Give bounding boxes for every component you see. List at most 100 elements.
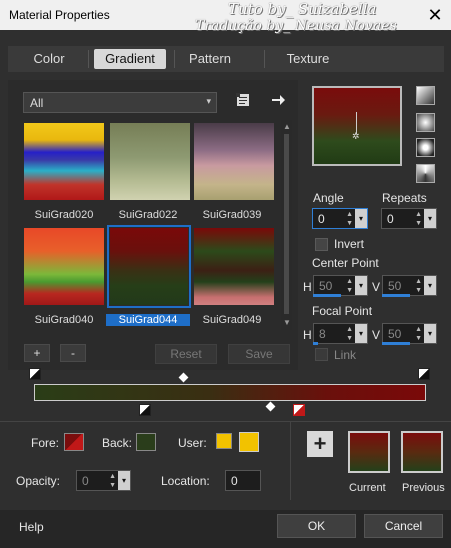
center-h-slider[interactable]	[313, 294, 341, 297]
linear-style-icon[interactable]	[416, 86, 435, 105]
library-scrollbar[interactable]: ▲ ▼	[281, 120, 292, 330]
spin-arrows-icon[interactable]: ▲ ▼	[346, 325, 353, 343]
transparency-stop-end[interactable]	[418, 368, 430, 380]
divider	[290, 422, 291, 500]
close-icon[interactable]: ✕	[423, 3, 447, 27]
focal-h-slider[interactable]	[313, 342, 318, 345]
watermark-line-1: Tuto by_ Suizabella	[228, 0, 377, 18]
gradient-thumbnail[interactable]	[24, 123, 104, 200]
angle-spinbox[interactable]: 0 ▲ ▼ ▾	[312, 208, 368, 229]
focal-h-spinbox[interactable]: 8 ▲ ▼ ▾	[313, 323, 368, 344]
add-gradient-button[interactable]: +	[24, 344, 50, 362]
watermark-line-2: Tradução by_ Neusa Novaes	[195, 18, 397, 34]
invert-label: Invert	[334, 237, 365, 251]
gradient-thumbnail[interactable]	[194, 123, 274, 200]
previous-swatch[interactable]	[401, 431, 443, 473]
focal-v-value: 50	[388, 327, 402, 341]
transparency-midpoint[interactable]	[178, 372, 189, 383]
focal-v-slider[interactable]	[382, 342, 410, 345]
focal-h-value: 8	[319, 327, 326, 341]
invert-checkbox[interactable]	[315, 238, 328, 251]
spin-arrows-icon[interactable]: ▲ ▼	[346, 210, 353, 228]
chevron-down-icon[interactable]: ▾	[424, 324, 436, 343]
center-v-slider[interactable]	[382, 294, 410, 297]
center-v-spinbox[interactable]: 50 ▲ ▼ ▾	[382, 275, 437, 296]
back-color-swatch[interactable]	[136, 433, 156, 451]
current-label: Current	[349, 482, 386, 494]
thumbnail-label: SuiGrad039	[202, 209, 262, 221]
category-value: All	[30, 96, 44, 110]
scroll-up-icon[interactable]: ▲	[283, 122, 291, 131]
location-input[interactable]: 0	[225, 470, 261, 491]
tab-pattern[interactable]: Pattern	[178, 49, 242, 69]
focal-v-label: V	[372, 328, 381, 342]
user-color-swatch-large[interactable]	[239, 432, 259, 452]
back-label: Back:	[102, 436, 133, 450]
center-v-label: V	[372, 280, 381, 294]
location-value: 0	[231, 474, 238, 488]
chevron-down-icon[interactable]: ▾	[355, 209, 367, 228]
library-options-icon[interactable]	[235, 92, 251, 108]
cancel-button[interactable]: Cancel	[364, 514, 443, 538]
spin-arrows-icon[interactable]: ▲ ▼	[346, 277, 353, 295]
location-label: Location:	[161, 474, 210, 488]
remove-gradient-button[interactable]: -	[60, 344, 86, 362]
gradient-thumbnail[interactable]	[194, 228, 274, 305]
chevron-down-icon: ▾	[206, 96, 211, 106]
scroll-down-icon[interactable]: ▼	[283, 318, 291, 327]
center-h-spinbox[interactable]: 50 ▲ ▼ ▾	[313, 275, 368, 296]
thumbnail-label: SuiGrad040	[34, 314, 94, 326]
arrow-right-icon[interactable]	[270, 92, 286, 108]
gradient-thumbnail[interactable]	[24, 228, 104, 305]
help-link[interactable]: Help	[19, 520, 44, 534]
color-midpoint[interactable]	[265, 401, 276, 412]
current-swatch[interactable]	[348, 431, 390, 473]
sunburst-style-icon[interactable]	[416, 164, 435, 183]
gradient-preview[interactable]: ✲	[312, 86, 402, 166]
spin-arrows-icon[interactable]: ▲ ▼	[415, 325, 422, 343]
tab-color[interactable]: Color	[20, 49, 78, 69]
rectangular-style-icon[interactable]	[416, 113, 435, 132]
chevron-down-icon[interactable]: ▾	[424, 209, 436, 228]
center-point-label: Center Point	[312, 256, 379, 270]
link-checkbox[interactable]	[315, 348, 328, 361]
scrollbar-thumb[interactable]	[284, 134, 289, 314]
gradient-thumbnail[interactable]	[110, 123, 190, 200]
color-stop-back[interactable]	[139, 404, 151, 416]
chevron-down-icon[interactable]: ▾	[355, 276, 367, 295]
spin-arrows-icon[interactable]: ▲ ▼	[415, 210, 422, 228]
user-color-swatch[interactable]	[216, 433, 232, 449]
chevron-down-icon[interactable]: ▾	[424, 276, 436, 295]
chevron-down-icon[interactable]: ▾	[355, 324, 367, 343]
add-swatch-button[interactable]: +	[307, 431, 333, 457]
center-h-value: 50	[319, 279, 333, 293]
divider	[0, 421, 451, 422]
gradient-editor-bar[interactable]	[34, 384, 426, 401]
thumbnail-label: SuiGrad022	[118, 209, 178, 221]
focal-v-spinbox[interactable]: 50 ▲ ▼ ▾	[382, 323, 437, 344]
spin-arrows-icon[interactable]: ▲ ▼	[109, 472, 116, 490]
user-label: User:	[178, 436, 207, 450]
transparency-stop-start[interactable]	[29, 368, 41, 380]
center-point-icon[interactable]: ✲	[352, 131, 360, 142]
opacity-spinbox[interactable]: 0 ▲ ▼ ▾	[76, 470, 131, 491]
radial-style-icon[interactable]	[416, 138, 435, 157]
reset-button[interactable]: Reset	[155, 344, 217, 364]
ok-button[interactable]: OK	[277, 514, 356, 538]
window-title: Material Properties	[9, 8, 110, 22]
save-button[interactable]: Save	[228, 344, 290, 364]
repeats-spinbox[interactable]: 0 ▲ ▼ ▾	[381, 208, 437, 229]
gradient-thumbnail[interactable]	[110, 228, 188, 305]
previous-label: Previous	[402, 482, 445, 494]
repeats-label: Repeats	[382, 191, 427, 205]
thumbnail-label-selected: SuiGrad044	[106, 314, 190, 326]
chevron-down-icon[interactable]: ▾	[118, 471, 130, 490]
fore-color-swatch[interactable]	[64, 433, 84, 451]
color-stop-fore[interactable]	[293, 404, 305, 416]
tab-texture[interactable]: Texture	[272, 49, 344, 69]
tab-divider	[174, 50, 175, 68]
tab-gradient[interactable]: Gradient	[94, 49, 166, 69]
category-dropdown[interactable]: All ▾	[23, 92, 217, 113]
spin-arrows-icon[interactable]: ▲ ▼	[415, 277, 422, 295]
tab-divider	[264, 50, 265, 68]
